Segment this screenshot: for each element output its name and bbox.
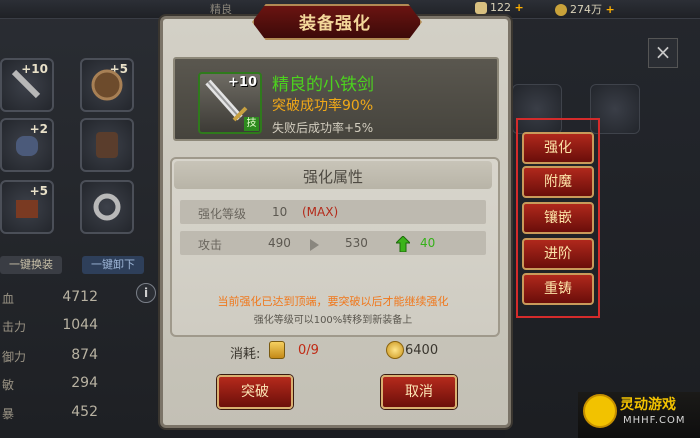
arrow-right-icon <box>310 239 319 251</box>
watermark-logo-icon <box>583 394 617 428</box>
cancel-button[interactable]: 取消 <box>381 375 457 409</box>
info-icon[interactable]: i <box>136 283 156 303</box>
inventory-slot[interactable] <box>80 118 134 172</box>
inventory-slot[interactable]: +5 <box>0 180 54 234</box>
inventory-slot[interactable]: +10 <box>0 58 54 112</box>
boots-icon <box>16 200 38 218</box>
inventory-slot[interactable] <box>80 180 134 234</box>
sword-icon <box>11 69 41 99</box>
menu-inlay-button[interactable]: 镶嵌 <box>522 202 594 234</box>
inventory-slot[interactable]: +5 <box>80 58 134 112</box>
attack-label: 攻击 <box>198 238 223 252</box>
skill-badge: 技 <box>244 117 259 131</box>
stat-row: 敏 294 <box>0 374 150 394</box>
gem-icon <box>475 2 487 14</box>
helmet-icon <box>16 136 38 156</box>
stat-label: 敏 <box>2 378 15 392</box>
stat-row: 击力 1044 <box>0 316 150 336</box>
menu-enhance-button[interactable]: 强化 <box>522 132 594 164</box>
break-success-rate: 突破成功率90% <box>272 98 374 114</box>
attack-current: 490 <box>268 236 291 250</box>
breakthrough-button[interactable]: 突破 <box>217 375 293 409</box>
unequip-all-button[interactable]: 一键卸下 <box>82 256 144 274</box>
stat-value: 4712 <box>62 289 98 305</box>
stat-row: 血 4712 <box>0 288 150 308</box>
armor-icon <box>96 132 118 158</box>
resource-1: 122 + <box>475 1 524 14</box>
watermark-url: MHHF.COM <box>623 415 686 426</box>
stat-label: 暴 <box>2 407 15 421</box>
stat-label: 御力 <box>2 350 27 364</box>
shield-icon <box>91 69 123 101</box>
stat-value: 294 <box>71 375 98 391</box>
stat-value: 452 <box>71 404 98 420</box>
stat-value: 1044 <box>62 317 98 333</box>
ring-icon <box>93 193 121 221</box>
menu-advance-button[interactable]: 进阶 <box>522 238 594 270</box>
watermark-name: 灵动游戏 <box>620 397 676 413</box>
menu-reforge-button[interactable]: 重铸 <box>522 273 594 305</box>
cost-label: 消耗: <box>230 347 261 362</box>
stat-row: 御力 874 <box>0 346 150 366</box>
up-arrow-icon <box>396 236 410 252</box>
attack-gain: 40 <box>420 236 436 250</box>
fail-bonus-rate: 失败后成功率+5% <box>272 121 374 135</box>
menu-enchant-button[interactable]: 附魔 <box>522 166 594 198</box>
enhance-stone-icon <box>269 341 285 359</box>
close-icon[interactable]: × <box>648 38 678 68</box>
gold-coin-icon <box>386 341 404 359</box>
attribute-title: 强化属性 <box>302 168 363 186</box>
gold-cost: 6400 <box>405 343 439 358</box>
item-name: 精良的小铁剑 <box>272 75 374 95</box>
dialog-title: 装备强化 <box>299 14 371 34</box>
stat-label: 血 <box>2 292 15 306</box>
inventory-slot[interactable]: +2 <box>0 118 54 172</box>
equip-all-button[interactable]: 一键换装 <box>0 256 62 274</box>
add-gold-icon[interactable]: + <box>606 3 615 16</box>
level-max-tag: (MAX) <box>302 205 339 219</box>
stat-row: 暴 452 <box>0 403 150 423</box>
attack-next: 530 <box>345 236 368 250</box>
stone-cost: 0/9 <box>298 343 319 358</box>
item-icon[interactable]: +10 技 <box>198 72 262 134</box>
top-title: 精良 <box>210 3 232 16</box>
stat-value: 874 <box>71 347 98 363</box>
max-level-notice: 当前强化已达到顶端，要突破以后才能继续强化 <box>217 295 449 308</box>
level-label: 强化等级 <box>198 207 247 221</box>
transfer-note: 强化等级可以100%转移到新装备上 <box>253 315 413 326</box>
resource-2: 274万 + <box>555 1 615 17</box>
level-value: 10 <box>272 205 288 219</box>
coin-icon <box>555 4 567 16</box>
add-resource-icon[interactable]: + <box>515 1 524 14</box>
attack-row <box>180 231 486 255</box>
item-plus-level: +10 <box>228 75 257 90</box>
stat-label: 击力 <box>2 320 27 334</box>
